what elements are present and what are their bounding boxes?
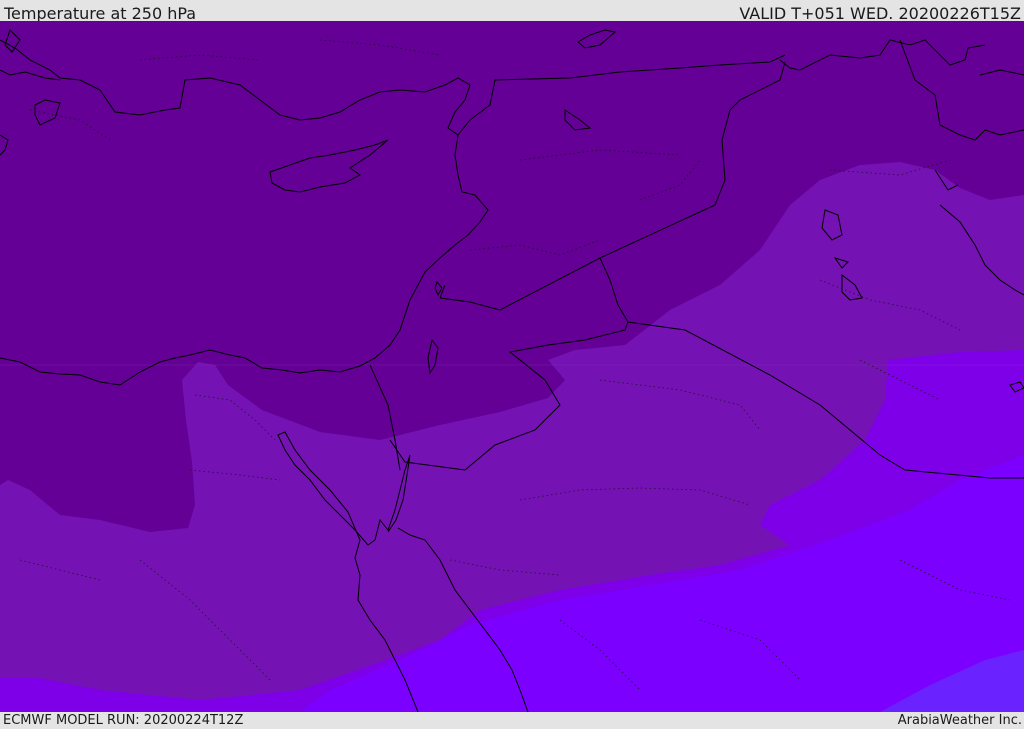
credit-text: ArabiaWeather Inc. [897,713,1022,728]
temperature-map [0,21,1024,712]
footer-bar: ECMWF MODEL RUN: 20200224T12Z ArabiaWeat… [0,712,1024,729]
model-run: ECMWF MODEL RUN: 20200224T12Z [3,713,244,728]
header-bar: Temperature at 250 hPa VALID T+051 WED. … [0,0,1024,23]
